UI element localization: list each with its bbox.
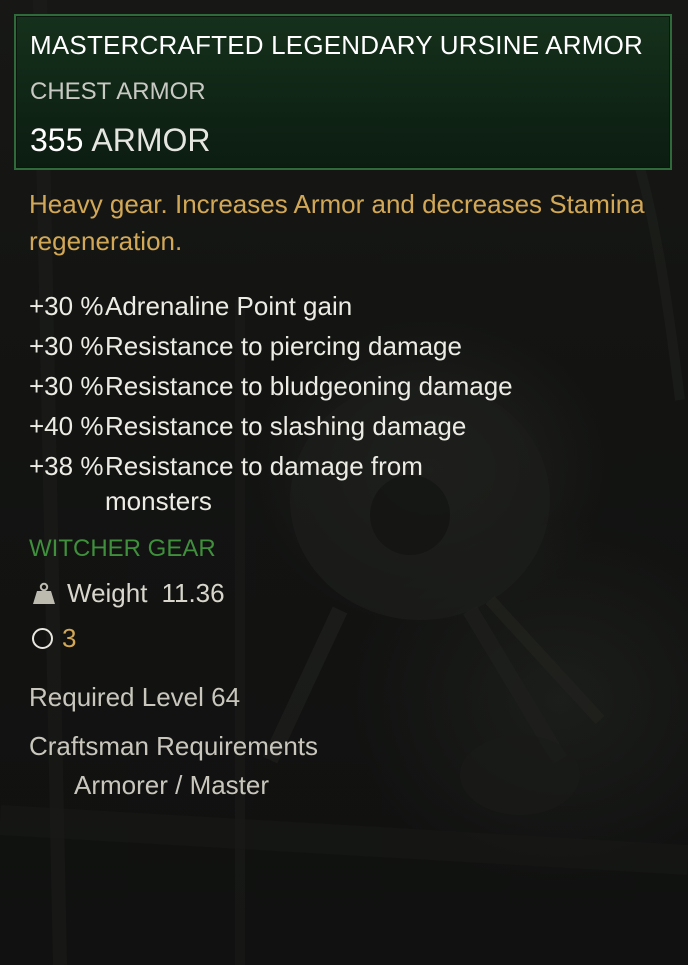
bonus-item: +38 % Resistance to damage from monsters bbox=[29, 449, 449, 519]
weight-icon bbox=[31, 582, 57, 606]
armor-value: 355 bbox=[30, 122, 84, 158]
craftsman-requirements-label: Craftsman Requirements bbox=[29, 731, 318, 761]
bonus-text: Adrenaline Point gain bbox=[105, 291, 353, 321]
socket-count: 3 bbox=[62, 623, 77, 653]
bonus-text: Resistance to piercing damage bbox=[105, 331, 462, 361]
bonus-value: +30 % bbox=[29, 331, 104, 361]
set-label: WITCHER GEAR bbox=[29, 535, 216, 562]
armor-stat: 355 ARMOR bbox=[30, 122, 211, 159]
bonus-text: Resistance to damage from monsters bbox=[105, 451, 423, 516]
bonus-item: +30 % Adrenaline Point gain bbox=[29, 289, 669, 324]
item-header: MASTERCRAFTED LEGENDARY URSINE ARMOR CHE… bbox=[14, 14, 672, 170]
bonus-value: +40 % bbox=[29, 411, 104, 441]
weight-row: Weight 11.36 bbox=[31, 578, 225, 609]
bonus-value: +30 % bbox=[29, 371, 104, 401]
bonus-item: +40 % Resistance to slashing damage bbox=[29, 409, 669, 444]
armor-label: ARMOR bbox=[91, 122, 211, 158]
bonus-value: +30 % bbox=[29, 291, 104, 321]
item-name: MASTERCRAFTED LEGENDARY URSINE ARMOR bbox=[30, 30, 644, 60]
required-level: Required Level 64 bbox=[29, 682, 241, 712]
bonus-value: +38 % bbox=[29, 451, 104, 481]
item-tooltip: MASTERCRAFTED LEGENDARY URSINE ARMOR CHE… bbox=[0, 0, 688, 965]
craftsman-requirements-value: Armorer / Master bbox=[74, 770, 270, 800]
bonus-text: Resistance to slashing damage bbox=[105, 411, 467, 441]
item-type: CHEST ARMOR bbox=[30, 78, 206, 105]
sockets-row: 3 bbox=[32, 623, 76, 654]
weight-value: 11.36 bbox=[161, 578, 225, 608]
socket-icon bbox=[32, 628, 53, 649]
weight-label: Weight bbox=[67, 578, 148, 608]
bonus-item: +30 % Resistance to bludgeoning damage bbox=[29, 369, 669, 404]
bonus-text: Resistance to bludgeoning damage bbox=[105, 371, 513, 401]
bonus-item: +30 % Resistance to piercing damage bbox=[29, 329, 669, 364]
item-description: Heavy gear. Increases Armor and decrease… bbox=[29, 189, 645, 256]
bonus-list: +30 % Adrenaline Point gain +30 % Resist… bbox=[29, 289, 669, 524]
